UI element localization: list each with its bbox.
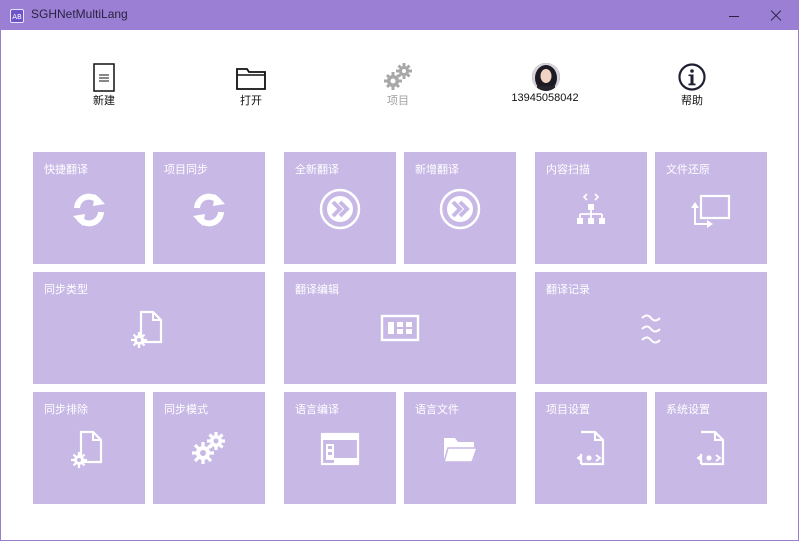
tile-file-restore[interactable]: 文件还原 [655, 152, 767, 264]
user-phone-label: 13945058042 [511, 92, 579, 104]
tile-label: 内容扫描 [546, 164, 590, 176]
tile-label: 同步排除 [44, 404, 88, 416]
fast-forward-circle-icon [439, 188, 481, 230]
tile-label: 同步类型 [44, 284, 88, 296]
tile-project-settings[interactable]: 项目设置 [535, 392, 647, 504]
tile-sync-mode[interactable]: 同步模式 [153, 392, 265, 504]
minimize-button[interactable] [712, 1, 756, 30]
tile-label: 翻译编辑 [295, 284, 339, 296]
tile-label: 翻译记录 [546, 284, 590, 296]
tile-label: 语言文件 [415, 404, 459, 416]
tile-quick-translate[interactable]: 快捷翻译 [33, 152, 145, 264]
tile-project-sync[interactable]: 项目同步 [153, 152, 265, 264]
tile-sync-type[interactable]: 同步类型 [33, 272, 265, 384]
tile-label: 新增翻译 [415, 164, 459, 176]
new-document-icon [93, 63, 115, 92]
document-gear-icon [131, 310, 163, 348]
open-label: 打开 [240, 95, 262, 107]
window-title: SGHNetMultiLang [31, 7, 128, 21]
tile-label: 文件还原 [666, 164, 710, 176]
tile-language-compile[interactable]: 语言编译 [284, 392, 396, 504]
window-layout-icon [320, 432, 360, 466]
tile-label: 系统设置 [666, 404, 710, 416]
new-button[interactable]: 新建 [44, 59, 164, 111]
user-button[interactable]: 13945058042 [485, 59, 605, 111]
tile-full-translate[interactable]: 全新翻译 [284, 152, 396, 264]
restore-icon [691, 194, 731, 228]
help-button[interactable]: 帮助 [632, 59, 752, 111]
new-label: 新建 [93, 95, 115, 107]
project-button[interactable]: 项目 [338, 59, 458, 111]
close-button[interactable] [754, 1, 798, 30]
dashboard-panel-icon [380, 314, 420, 342]
app-icon: AB [10, 9, 24, 23]
open-button[interactable]: 打开 [191, 59, 311, 111]
document-gear-icon [71, 430, 103, 468]
app-window: AB SGHNetMultiLang 新建 打开 项目 13945058042 … [0, 0, 799, 541]
gears-icon [384, 63, 412, 90]
tile-translate-log[interactable]: 翻译记录 [535, 272, 767, 384]
tile-sync-exclude[interactable]: 同步排除 [33, 392, 145, 504]
info-icon [678, 63, 706, 91]
wave-lines-icon [641, 314, 661, 344]
hierarchy-code-icon [577, 193, 605, 224]
code-document-icon [696, 430, 725, 466]
gears-icon [192, 432, 225, 464]
tile-label: 项目设置 [546, 404, 590, 416]
tile-system-settings[interactable]: 系统设置 [655, 392, 767, 504]
code-document-icon [576, 430, 605, 466]
folder-open-icon [236, 68, 266, 90]
tile-content-scan[interactable]: 内容扫描 [535, 152, 647, 264]
help-label: 帮助 [681, 95, 703, 107]
tile-label: 语言编译 [295, 404, 339, 416]
tile-label: 项目同步 [164, 164, 208, 176]
tile-label: 同步模式 [164, 404, 208, 416]
sync-icon [193, 193, 225, 227]
tile-translate-edit[interactable]: 翻译编辑 [284, 272, 516, 384]
fast-forward-circle-icon [319, 188, 361, 230]
project-label: 项目 [387, 95, 409, 107]
tile-incremental-translate[interactable]: 新增翻译 [404, 152, 516, 264]
avatar [532, 63, 560, 91]
tile-label: 全新翻译 [295, 164, 339, 176]
title-bar[interactable]: AB SGHNetMultiLang [1, 1, 798, 30]
folder-open-icon [443, 438, 478, 463]
tile-language-file[interactable]: 语言文件 [404, 392, 516, 504]
sync-icon [73, 193, 105, 227]
tile-label: 快捷翻译 [44, 164, 88, 176]
